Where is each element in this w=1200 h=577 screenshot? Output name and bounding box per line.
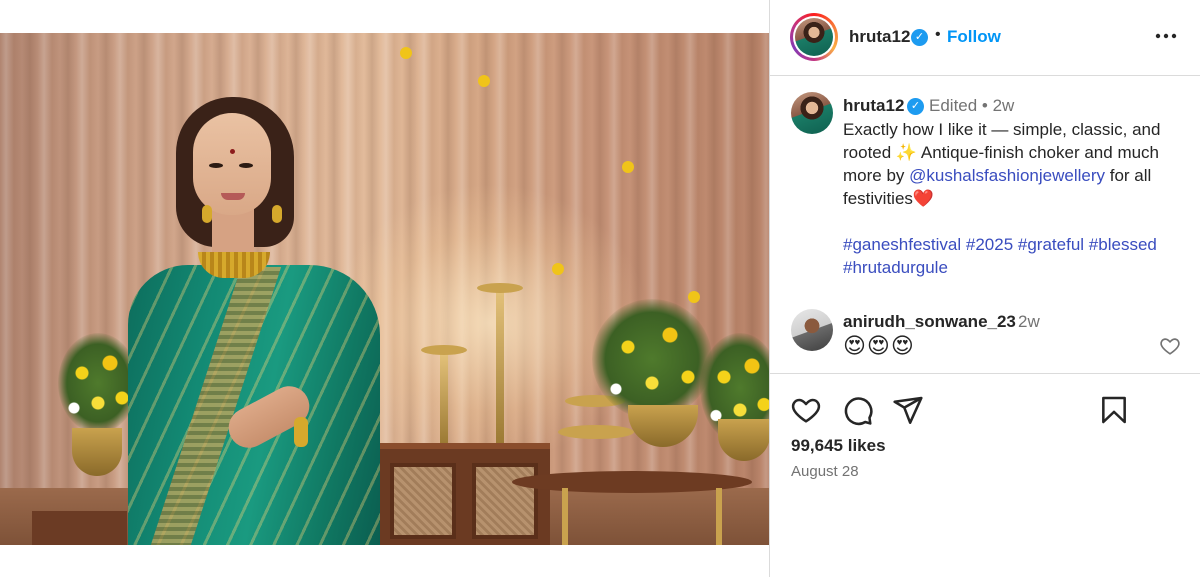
post-photo[interactable]	[0, 33, 769, 545]
post-date[interactable]: August 28	[791, 463, 859, 480]
heart-icon[interactable]	[790, 394, 822, 426]
lamp-dish	[421, 345, 467, 355]
author-avatar[interactable]	[795, 18, 833, 56]
bindi	[230, 149, 235, 154]
marigold-ornament	[688, 291, 700, 303]
hashtag-link[interactable]: #hrutadurgule	[843, 258, 948, 277]
brass-vase	[718, 419, 769, 461]
bookmark-icon[interactable]	[1098, 394, 1130, 426]
hashtag-link[interactable]: #grateful	[1018, 235, 1084, 254]
hashtag-link[interactable]: #2025	[966, 235, 1013, 254]
eye	[209, 163, 223, 168]
lamp-dish	[477, 283, 523, 293]
post-header: hruta12 ✓ • Follow	[770, 0, 1200, 76]
marigold-ornament	[478, 75, 490, 87]
wooden-cabinet	[380, 443, 550, 545]
more-options-icon[interactable]	[1152, 22, 1180, 50]
side-cabinet	[32, 511, 127, 545]
paper-plane-icon[interactable]	[892, 394, 924, 426]
marigold-ornament	[622, 161, 634, 173]
hashtag-list: #ganeshfestival #2025 #grateful #blessed…	[843, 233, 1188, 279]
earring	[272, 205, 282, 223]
caption-author-avatar[interactable]	[791, 92, 833, 134]
media-pane	[0, 0, 769, 577]
follow-button[interactable]: Follow	[947, 27, 1001, 47]
brass-lamp	[440, 353, 448, 443]
caption-and-comments: hruta12 ✓ Edited • 2w Exactly how I like…	[770, 77, 1200, 373]
mention-link[interactable]: @kushalsfashionjewellery	[909, 166, 1105, 185]
tiered-stand	[558, 425, 634, 439]
action-bar: 99,645 likes August 28	[770, 373, 1200, 577]
hashtag-link[interactable]: #ganeshfestival	[843, 235, 961, 254]
comment-bubble-icon[interactable]	[842, 394, 874, 426]
comment-time: 2w	[1018, 312, 1040, 331]
separator-dot: •	[935, 26, 941, 43]
cabinet-door	[472, 463, 538, 539]
commenter-username[interactable]: anirudh_sonwane_23	[843, 312, 1016, 332]
face	[193, 113, 271, 215]
eye	[239, 163, 253, 168]
post-panel: hruta12 ✓ • Follow hruta12 ✓ Edited • 2w…	[769, 0, 1200, 577]
table-leg	[716, 488, 722, 545]
verified-badge-icon: ✓	[907, 98, 924, 115]
comment-text: 😍😍😍	[843, 333, 915, 358]
marigold-ornament	[552, 263, 564, 275]
brass-vase	[72, 428, 122, 476]
caption-username[interactable]: hruta12	[843, 96, 904, 116]
caption-text: Exactly how I like it — simple, classic,…	[843, 118, 1188, 210]
caption-meta: Edited • 2w	[929, 96, 1015, 115]
yellow-flower-bouquet	[592, 299, 712, 419]
cabinet-door	[390, 463, 456, 539]
commenter-avatar[interactable]	[791, 309, 833, 351]
brass-lamp	[496, 289, 504, 443]
likes-count[interactable]: 99,645 likes	[791, 436, 886, 456]
hashtag-link[interactable]: #blessed	[1089, 235, 1157, 254]
earring	[202, 205, 212, 223]
smile	[221, 193, 245, 200]
woman-in-green-saree	[118, 97, 390, 545]
marigold-ornament	[400, 47, 412, 59]
verified-badge-icon: ✓	[911, 29, 928, 46]
table-leg	[562, 488, 568, 545]
comment-like-heart-icon[interactable]	[1159, 335, 1181, 357]
gold-bangle	[294, 417, 308, 447]
author-username[interactable]: hruta12	[849, 27, 910, 47]
